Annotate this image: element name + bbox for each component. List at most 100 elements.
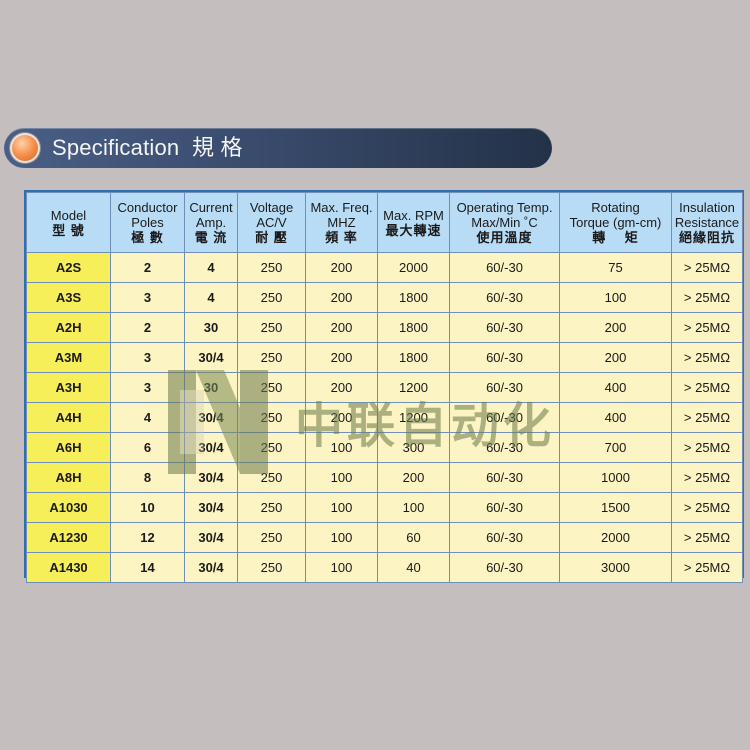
table-cell: 250 (237, 312, 306, 343)
table-body: A2S 2 4 250 200 2000 60/-30 75 > 25MΩ A3S 3 4 250 200… (26, 252, 743, 583)
table-cell: > 25MΩ (671, 552, 743, 583)
table-cell: 1000 (559, 462, 672, 493)
table-cell: 60/-30 (449, 372, 560, 403)
table-cell: 250 (237, 462, 306, 493)
table-cell: 200 (559, 312, 672, 343)
table-cell: 60/-30 (449, 402, 560, 433)
table-cell: 40 (377, 552, 450, 583)
column-header-cn: 型 號 (52, 222, 85, 238)
table-cell: 100 (305, 552, 378, 583)
table-cell: 6 (110, 432, 185, 463)
column-header-en: Voltage AC/V (249, 200, 294, 230)
table-cell: 3000 (559, 552, 672, 583)
table-cell: 1200 (377, 372, 450, 403)
table-cell: 60/-30 (449, 252, 560, 283)
table-cell: 60/-30 (449, 432, 560, 463)
table-cell: > 25MΩ (671, 252, 743, 283)
table-cell: 1800 (377, 282, 450, 313)
column-header: Max. RPM 最大轉速 (377, 192, 450, 253)
table-row: A3M 3 30/4 250 200 1800 60/-30 200 > 25MΩ (26, 342, 743, 373)
column-header-cn: 耐 壓 (255, 230, 288, 245)
table-cell: 200 (305, 312, 378, 343)
table-cell: 100 (377, 492, 450, 523)
column-header-en: Operating Temp. Max/Min ˚C (456, 200, 553, 230)
table-cell: 4 (184, 252, 238, 283)
column-header: Insulation Resistance 絕緣阻抗 (671, 192, 743, 253)
model-cell: A2S (26, 252, 111, 283)
table-cell: 250 (237, 342, 306, 373)
table-row: A6H 6 30/4 250 100 300 60/-30 700 > 25MΩ (26, 432, 743, 463)
table-cell: 30/4 (184, 492, 238, 523)
table-row: A1430 14 30/4 250 100 40 60/-30 3000 > 25MΩ (26, 552, 743, 583)
table-header-row: Model 型 號 Conductor Poles 極 數 Current Amp. 電 … (26, 192, 743, 253)
table-cell: 30/4 (184, 522, 238, 553)
table-cell: 200 (377, 462, 450, 493)
table-cell: 250 (237, 492, 306, 523)
table-row: A2H 2 30 250 200 1800 60/-30 200 > 25MΩ (26, 312, 743, 343)
model-cell: A3S (26, 282, 111, 313)
column-header-en: Max. RPM (383, 207, 444, 223)
table-cell: 60/-30 (449, 552, 560, 583)
table-cell: 700 (559, 432, 672, 463)
model-cell: A6H (26, 432, 111, 463)
table-cell: 400 (559, 402, 672, 433)
model-cell: A1030 (26, 492, 111, 523)
table-cell: > 25MΩ (671, 282, 743, 313)
table-cell: > 25MΩ (671, 312, 743, 343)
column-header-cn: 電 流 (194, 230, 228, 245)
table-cell: 1800 (377, 342, 450, 373)
column-header-cn: 頻 率 (325, 230, 358, 245)
column-header: Operating Temp. Max/Min ˚C 使用溫度 (449, 192, 560, 253)
section-header-bar: Specification 規 格 (4, 128, 552, 168)
table-cell: 250 (237, 372, 306, 403)
table-cell: > 25MΩ (671, 492, 743, 523)
table-row: A1030 10 30/4 250 100 100 60/-30 1500 > 25MΩ (26, 492, 743, 523)
table-row: A8H 8 30/4 250 100 200 60/-30 1000 > 25MΩ (26, 462, 743, 493)
table-row: A4H 4 30/4 250 200 1200 60/-30 400 > 25MΩ (26, 402, 743, 433)
table-cell: > 25MΩ (671, 462, 743, 493)
table-cell: 100 (305, 492, 378, 523)
specification-table: Model 型 號 Conductor Poles 極 數 Current Amp. 電 … (26, 192, 743, 583)
table-cell: 200 (305, 252, 378, 283)
table-cell: 30/4 (184, 402, 238, 433)
table-cell: 100 (305, 462, 378, 493)
table-cell: 60/-30 (449, 312, 560, 343)
table-cell: 60/-30 (449, 342, 560, 373)
table-cell: 100 (305, 522, 378, 553)
specification-table-container: Model 型 號 Conductor Poles 極 數 Current Amp. 電 … (24, 190, 744, 583)
table-cell: 200 (305, 402, 378, 433)
table-cell: 200 (305, 372, 378, 403)
table-cell: 30 (184, 312, 238, 343)
table-cell: 8 (110, 462, 185, 493)
table-cell: 30/4 (184, 552, 238, 583)
column-header-en: Rotating Torque (gm-cm) (569, 200, 662, 230)
table-cell: 250 (237, 522, 306, 553)
table-cell: 1200 (377, 402, 450, 433)
model-cell: A1230 (26, 522, 111, 553)
table-cell: 3 (110, 372, 185, 403)
table-cell: > 25MΩ (671, 372, 743, 403)
table-cell: 200 (305, 282, 378, 313)
column-header: Voltage AC/V 耐 壓 (237, 192, 306, 253)
table-cell: 60/-30 (449, 522, 560, 553)
table-cell: 2000 (559, 522, 672, 553)
table-cell: 250 (237, 432, 306, 463)
table-cell: > 25MΩ (671, 402, 743, 433)
table-cell: 2 (110, 312, 185, 343)
model-cell: A2H (26, 312, 111, 343)
table-cell: 250 (237, 402, 306, 433)
table-cell: 100 (559, 282, 672, 313)
table-cell: 1500 (559, 492, 672, 523)
column-header-en: Current Amp. (189, 200, 233, 230)
column-header: Model 型 號 (26, 192, 111, 253)
column-header: Current Amp. 電 流 (184, 192, 238, 253)
table-row: A3S 3 4 250 200 1800 60/-30 100 > 25MΩ (26, 282, 743, 313)
table-row: A3H 3 30 250 200 1200 60/-30 400 > 25MΩ (26, 372, 743, 403)
table-row: A2S 2 4 250 200 2000 60/-30 75 > 25MΩ (26, 252, 743, 283)
table-cell: 200 (559, 342, 672, 373)
table-cell: 10 (110, 492, 185, 523)
table-cell: 4 (184, 282, 238, 313)
model-cell: A8H (26, 462, 111, 493)
column-header-en: Conductor Poles (117, 200, 178, 230)
table-cell: > 25MΩ (671, 432, 743, 463)
